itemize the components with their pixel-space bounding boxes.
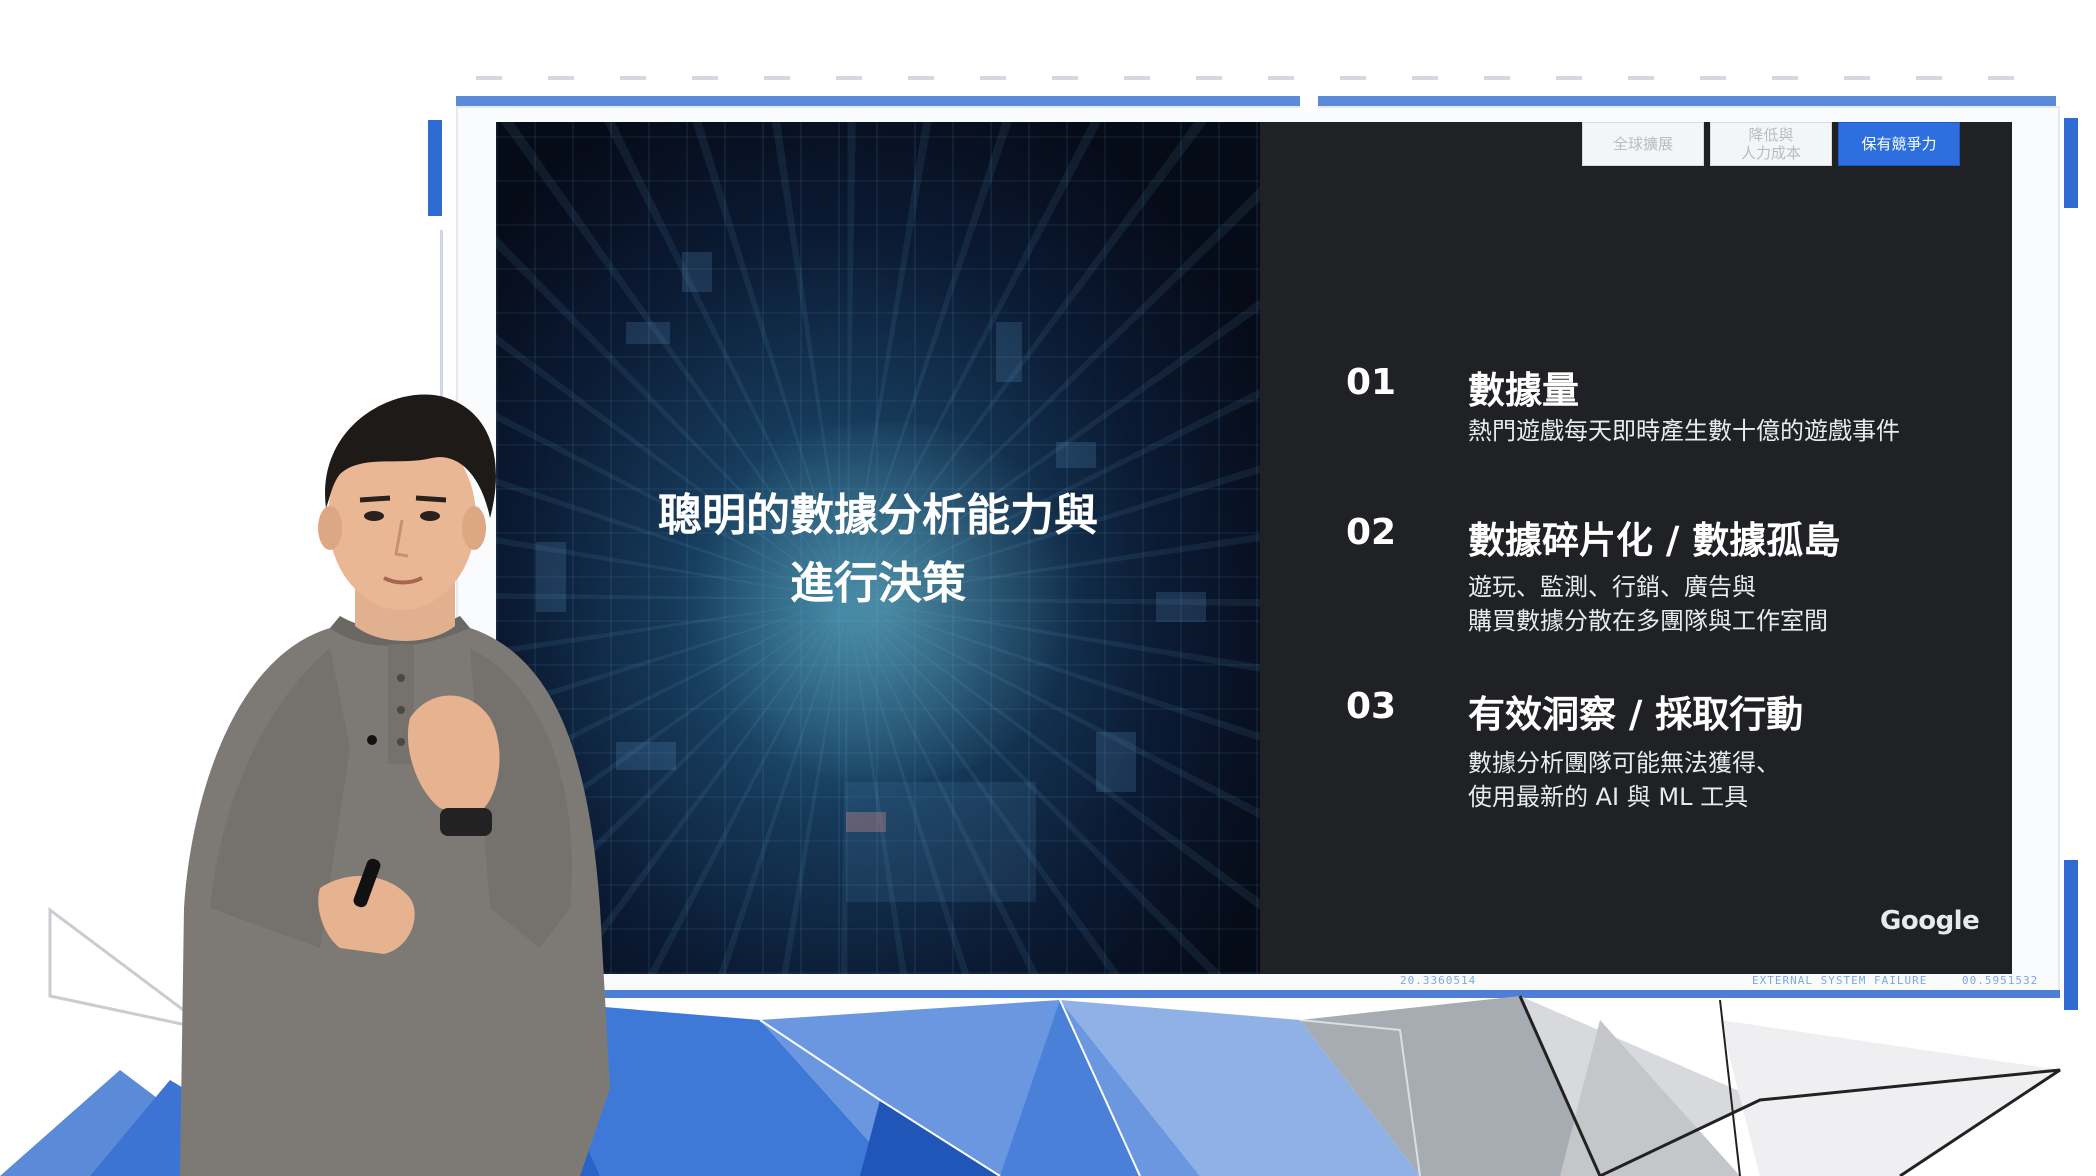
item-title: 有效洞察 / 採取行動	[1468, 693, 1804, 736]
item-title: 數據量	[1468, 369, 1579, 412]
item-description: 數據分析團隊可能無法獲得、 使用最新的 AI 與 ML 工具	[1468, 749, 1780, 811]
item-number: 01	[1346, 362, 1397, 403]
frame-left-accent	[428, 120, 442, 216]
item-title: 數據碎片化 / 數據孤島	[1468, 519, 1841, 562]
google-logo: Google	[1880, 906, 1980, 936]
frame-ticks	[476, 76, 2056, 80]
presentation-slide: 聰明的數據分析能力與 進行決策 全球擴展 降低與 人力成本 保有競爭力 01 數…	[496, 122, 2012, 974]
tab-stay-competitive[interactable]: 保有競爭力	[1838, 122, 1960, 166]
frame-right-accent	[2064, 118, 2078, 208]
tab-global-expansion[interactable]: 全球擴展	[1582, 122, 1704, 166]
item-description: 遊玩、監測、行銷、廣告與 購買數據分散在多團隊與工作室間	[1468, 573, 1828, 635]
slide-title: 聰明的數據分析能力與 進行決策	[658, 490, 1098, 609]
item-number: 02	[1346, 512, 1397, 553]
item-number: 03	[1346, 686, 1397, 727]
tab-reduce-cost[interactable]: 降低與 人力成本	[1710, 122, 1832, 166]
frame-top-bar	[456, 96, 2056, 106]
video-frame: 聰明的數據分析能力與 進行決策 全球擴展 降低與 人力成本 保有競爭力 01 數…	[0, 0, 2096, 1176]
item-description: 熱門遊戲每天即時產生數十億的遊戲事件	[1468, 417, 1900, 445]
presenter	[180, 394, 610, 1176]
